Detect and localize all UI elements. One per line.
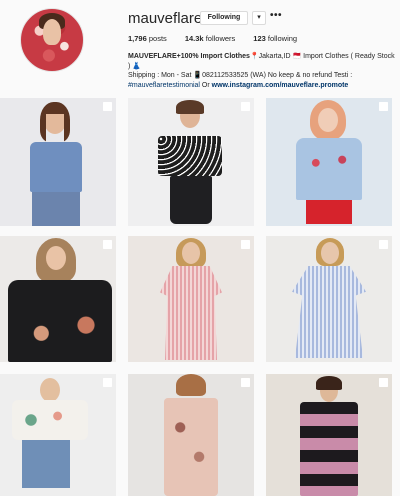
post-tile[interactable] [128, 374, 254, 496]
denim-shorts [32, 192, 80, 226]
multi-photo-icon [379, 378, 388, 387]
multi-photo-icon [103, 378, 112, 387]
post-tile[interactable] [266, 374, 392, 496]
more-options-icon[interactable]: ••• [270, 10, 282, 21]
red-shorts [306, 200, 352, 224]
model-hair [176, 374, 206, 396]
polka-dot-top [158, 136, 222, 176]
multi-photo-icon [241, 102, 250, 111]
blue-ruffle-top [30, 142, 82, 192]
pink-striped-dress [160, 266, 222, 360]
multi-photo-icon [379, 102, 388, 111]
floral-off-shoulder-top [12, 400, 88, 440]
model-hair [176, 100, 204, 114]
model-head [321, 242, 339, 264]
bio-or-text: Or [199, 81, 212, 89]
profile-header: mauveflare Following ▾ ••• 1,796 posts 1… [0, 0, 400, 92]
model-head [182, 242, 200, 264]
multi-photo-icon [103, 240, 112, 249]
posts-count: 1,796 [128, 34, 147, 43]
model-head [46, 246, 66, 270]
followers-stat[interactable]: 14.3k followers [185, 34, 235, 43]
profile-avatar[interactable] [20, 8, 84, 72]
post-tile[interactable] [266, 98, 392, 226]
post-tile[interactable] [128, 236, 254, 362]
following-label: following [267, 34, 298, 43]
following-count: 123 [253, 34, 266, 43]
followers-label: followers [205, 34, 236, 43]
profile-username: mauveflare [128, 10, 203, 27]
bio-line2: Shipping : Mon - Sat 📱082112533525 (WA) … [128, 72, 353, 79]
profile-bio: MAUVEFLARE+100% Import Clothes📍Jakarta,I… [128, 52, 396, 90]
embroidered-blue-shirt [296, 138, 362, 200]
blue-striped-dress [292, 266, 366, 358]
pink-black-floral-dress [300, 402, 358, 496]
following-stat[interactable]: 123 following [253, 34, 297, 43]
post-tile[interactable] [0, 374, 116, 496]
denim-skirt [22, 440, 70, 488]
suggestions-dropdown-button[interactable]: ▾ [252, 11, 266, 25]
avatar-skin [43, 19, 61, 45]
profile-stats: 1,796 posts 14.3k followers 123 followin… [128, 34, 297, 43]
followers-count: 14.3k [184, 34, 204, 43]
multi-photo-icon [241, 378, 250, 387]
floral-slip-dress [164, 398, 218, 496]
multi-photo-icon [241, 240, 250, 249]
black-skirt [170, 176, 212, 224]
post-tile[interactable] [0, 236, 116, 362]
following-button[interactable]: Following [200, 11, 248, 25]
post-tile[interactable] [266, 236, 392, 362]
model-head [318, 108, 338, 132]
multi-photo-icon [379, 240, 388, 249]
model-hair [316, 376, 342, 390]
post-tile[interactable] [0, 98, 116, 226]
black-embroidered-shirt [8, 280, 112, 362]
bio-name: MAUVEFLARE+100% Import Clothes [128, 53, 250, 60]
posts-label: posts [148, 34, 167, 43]
bio-external-link[interactable]: www.instagram.com/mauveflare.promote [212, 82, 349, 89]
post-tile[interactable] [128, 98, 254, 226]
model-head [40, 378, 60, 402]
chevron-down-icon: ▾ [257, 14, 261, 21]
multi-photo-icon [103, 102, 112, 111]
posts-stat: 1,796 posts [128, 34, 167, 43]
bio-hashtag-link[interactable]: #mauveflaretestimonial [128, 82, 200, 89]
